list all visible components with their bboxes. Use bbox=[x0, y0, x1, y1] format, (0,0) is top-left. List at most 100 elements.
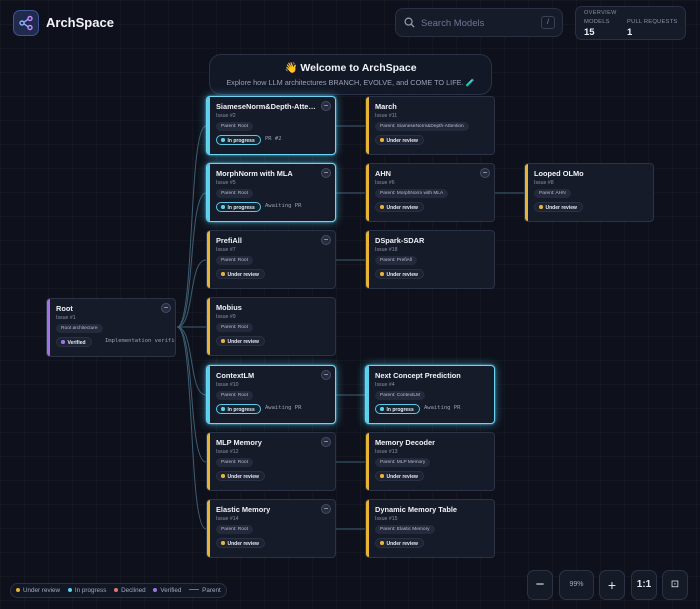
node-parent-badge: Parent: ContextLM bbox=[375, 391, 425, 400]
node-status-label: Under review bbox=[386, 541, 418, 547]
node-issue: Issue #12 bbox=[216, 449, 239, 455]
node-issue: Issue #10 bbox=[216, 382, 239, 388]
legend-declined-label: Declined bbox=[121, 587, 146, 594]
node-title: Memory Decoder bbox=[375, 438, 435, 447]
node-status-label: In progress bbox=[227, 138, 255, 144]
edge-root-siamese bbox=[176, 125, 207, 328]
collapse-button[interactable]: − bbox=[321, 168, 331, 178]
node-elastic-memory[interactable]: Elastic Memory Issue #14 Parent: Root Under… bbox=[206, 499, 336, 558]
node-title: AHN bbox=[375, 169, 392, 178]
node-status-label: Under review bbox=[545, 205, 577, 211]
node-parent-badge: Parent: Root bbox=[216, 189, 253, 198]
node-note: Implementation verified bbox=[105, 338, 176, 344]
node-title: MorphNorm with MLA bbox=[216, 169, 293, 178]
node-status-badge: Under review bbox=[375, 135, 424, 145]
node-title: Elastic Memory bbox=[216, 505, 271, 514]
node-status-label: Verified bbox=[67, 340, 86, 346]
zoom-out-button[interactable]: − bbox=[527, 570, 553, 600]
node-title: Looped OLMo bbox=[534, 169, 584, 178]
status-dot bbox=[221, 474, 225, 478]
node-issue: Issue #18 bbox=[375, 247, 398, 253]
node-parent-badge: Parent: Elastic Memory bbox=[375, 525, 435, 534]
node-parent-badge: Parent: Root bbox=[216, 391, 253, 400]
legend-verified: Verified bbox=[153, 584, 181, 597]
status-legend: Under review In progress Declined Verifi… bbox=[10, 583, 227, 598]
zoom-reset-button[interactable]: 1:1 bbox=[631, 570, 657, 600]
node-issue: Issue #15 bbox=[375, 516, 398, 522]
node-issue: Issue #14 bbox=[216, 516, 239, 522]
node-parent-badge: Parent: PrefiAll bbox=[375, 256, 417, 265]
collapse-button[interactable]: − bbox=[321, 437, 331, 447]
legend-verified-label: Verified bbox=[160, 587, 182, 594]
node-memory-decoder[interactable]: Memory Decoder Issue #13 Parent: MLP Memor… bbox=[365, 432, 495, 491]
legend-in-progress-label: In progress bbox=[74, 587, 107, 594]
legend-parent: Parent bbox=[189, 584, 221, 597]
status-dot bbox=[380, 205, 384, 209]
node-status-badge: Under review bbox=[216, 538, 265, 548]
edge-root-elasticmemory bbox=[176, 326, 207, 530]
node-status-badge: In progress bbox=[216, 202, 261, 212]
node-dynamic-memory-table[interactable]: Dynamic Memory Table Issue #15 Parent: Ela… bbox=[365, 499, 495, 558]
collapse-button[interactable]: − bbox=[480, 168, 490, 178]
node-root[interactable]: Root Issue #1 Root architecture Verified Imp… bbox=[46, 298, 176, 357]
node-next-concept-prediction[interactable]: Next Concept Prediction Issue #4 Parent: C… bbox=[365, 365, 495, 424]
node-note: PR #2 bbox=[265, 136, 282, 142]
node-status-label: Under review bbox=[386, 474, 418, 480]
node-issue: Issue #4 bbox=[375, 382, 395, 388]
collapse-button[interactable]: − bbox=[321, 101, 331, 111]
node-status-badge: In progress bbox=[216, 404, 261, 414]
node-dspark-sdar[interactable]: DSpark-SDAR Issue #18 Parent: PrefiAll Unde… bbox=[365, 230, 495, 289]
node-status-label: In progress bbox=[227, 205, 255, 211]
node-issue: Issue #5 bbox=[216, 180, 236, 186]
node-issue: Issue #2 bbox=[216, 113, 236, 119]
node-title: SiameseNorm&Depth-Attention bbox=[216, 102, 316, 111]
status-dot bbox=[61, 340, 65, 344]
node-title: Next Concept Prediction bbox=[375, 371, 461, 380]
status-dot bbox=[221, 205, 225, 209]
node-mobius[interactable]: Mobius Issue #9 Parent: Root Under review bbox=[206, 297, 336, 356]
node-status-label: In progress bbox=[227, 407, 255, 413]
node-ahn[interactable]: AHN Issue #6 Parent: MorphNorm with MLA Und… bbox=[365, 163, 495, 222]
node-status-badge: Verified bbox=[56, 337, 92, 347]
node-siamesenorm-depth-attention[interactable]: SiameseNorm&Depth-Attention Issue #2 Paren… bbox=[206, 96, 336, 155]
collapse-button[interactable]: − bbox=[321, 370, 331, 380]
node-parent-badge: Parent: AHN bbox=[534, 189, 571, 198]
node-contextlm[interactable]: ContextLM Issue #10 Parent: Root In progres… bbox=[206, 365, 336, 424]
status-dot bbox=[539, 205, 543, 209]
node-parent-badge: Parent: Root bbox=[216, 323, 253, 332]
node-title: Root bbox=[56, 304, 73, 313]
node-note: Awaiting PR bbox=[424, 405, 461, 411]
node-status-badge: Under review bbox=[216, 471, 265, 481]
node-status-badge: In progress bbox=[216, 135, 261, 145]
legend-under-review: Under review bbox=[16, 584, 60, 597]
node-issue: Issue #7 bbox=[216, 247, 236, 253]
node-march[interactable]: March Issue #11 Parent: SiameseNorm&Depth-… bbox=[365, 96, 495, 155]
status-dot bbox=[221, 272, 225, 276]
node-title: MLP Memory bbox=[216, 438, 262, 447]
node-status-label: Under review bbox=[227, 474, 259, 480]
status-dot bbox=[221, 541, 225, 545]
legend-under-review-label: Under review bbox=[23, 587, 61, 594]
zoom-in-button[interactable]: + bbox=[599, 570, 625, 600]
node-morphnorm-with-mla[interactable]: MorphNorm with MLA Issue #5 Parent: Root In… bbox=[206, 163, 336, 222]
node-status-badge: Under review bbox=[534, 202, 583, 212]
node-status-label: Under review bbox=[227, 541, 259, 547]
node-title: March bbox=[375, 102, 397, 111]
fit-view-button[interactable]: ⊡ bbox=[662, 570, 688, 600]
collapse-button[interactable]: − bbox=[321, 504, 331, 514]
status-dot bbox=[380, 407, 384, 411]
node-status-badge: In progress bbox=[375, 404, 420, 414]
status-dot bbox=[380, 272, 384, 276]
node-parent-badge: Parent: MorphNorm with MLA bbox=[375, 189, 449, 198]
collapse-button[interactable]: − bbox=[321, 235, 331, 245]
collapse-button[interactable]: − bbox=[161, 303, 171, 313]
legend-parent-label: Parent bbox=[202, 587, 221, 594]
node-looped-olmo[interactable]: Looped OLMo Issue #8 Parent: AHN Under revi… bbox=[524, 163, 654, 222]
node-prefiall[interactable]: PrefiAll Issue #7 Parent: Root Under review… bbox=[206, 230, 336, 289]
node-status-badge: Under review bbox=[216, 336, 265, 346]
node-status-label: Under review bbox=[227, 272, 259, 278]
node-status-label: Under review bbox=[386, 138, 418, 144]
node-parent-badge: Parent: Root bbox=[216, 256, 253, 265]
node-mlp-memory[interactable]: MLP Memory Issue #12 Parent: Root Under rev… bbox=[206, 432, 336, 491]
edge-root-morphnorm bbox=[176, 192, 207, 328]
